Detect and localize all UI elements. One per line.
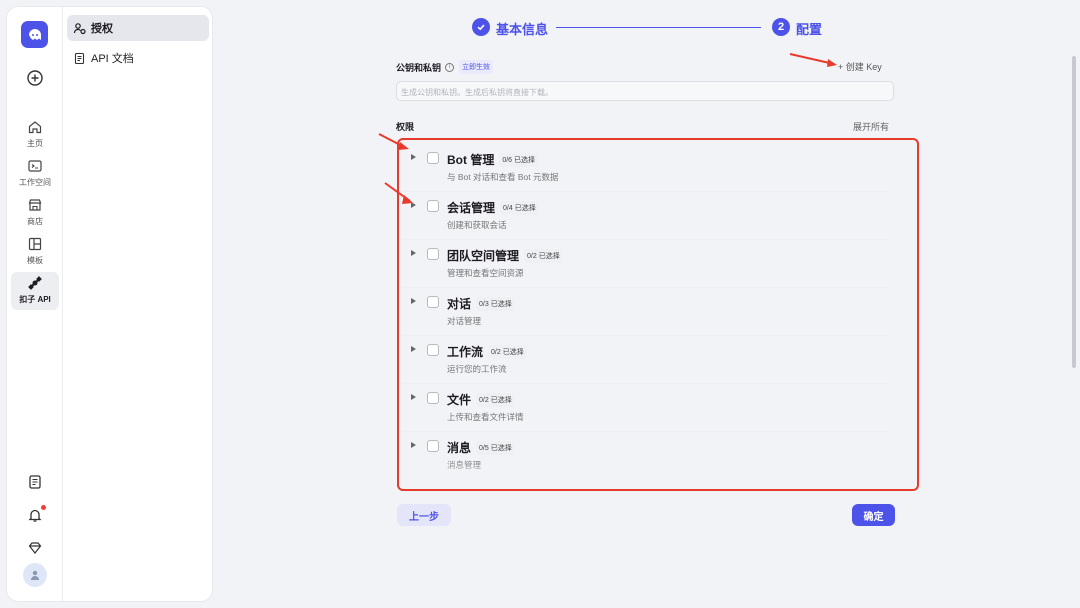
key-input[interactable]: 生成公钥和私钥。生成后私钥将直接下载。 xyxy=(396,81,894,101)
permissions-title: 权限 xyxy=(396,122,415,132)
avatar[interactable] xyxy=(23,563,47,587)
permission-desc: 管理和查看空间资源 xyxy=(447,268,524,278)
sidebar-item-label: 商店 xyxy=(27,217,43,226)
permission-item-workflow[interactable]: 工作流 0/2 已选择 运行您的工作流 xyxy=(402,336,888,384)
selected-count-badge: 0/2 已选择 xyxy=(524,248,563,263)
docs-icon[interactable] xyxy=(24,471,46,493)
expand-caret-icon[interactable] xyxy=(411,298,416,304)
avatar-icon xyxy=(31,570,39,580)
expand-caret-icon[interactable] xyxy=(411,250,416,256)
expand-caret-icon[interactable] xyxy=(411,394,416,400)
sidebar-item-label: 工作空间 xyxy=(19,178,51,187)
step-1-label: 基本信息 xyxy=(496,22,549,37)
previous-step-button[interactable]: 上一步 xyxy=(397,504,451,526)
home-icon xyxy=(28,121,42,134)
permission-name: 文件 xyxy=(447,393,472,407)
permission-name: 工作流 xyxy=(447,345,484,359)
expand-caret-icon[interactable] xyxy=(411,346,416,352)
permission-desc: 消息管理 xyxy=(447,460,482,470)
notification-dot xyxy=(41,505,46,510)
permission-desc: 上传和查看文件详情 xyxy=(447,412,524,422)
selected-count-badge: 0/3 已选择 xyxy=(476,296,515,311)
permission-checkbox[interactable] xyxy=(427,440,439,452)
permission-item-conversation-mgmt[interactable]: 会话管理 0/4 已选择 创建和获取会话 xyxy=(402,192,888,240)
stepper: 基本信息 2 配置 xyxy=(472,16,832,38)
permission-item-message[interactable]: 消息 0/5 已选择 消息管理 xyxy=(402,432,888,480)
info-icon[interactable]: i xyxy=(445,62,455,72)
permission-item-bot[interactable]: Bot 管理 0/6 已选择 与 Bot 对话和查看 Bot 元数据 xyxy=(402,144,888,192)
selected-count-badge: 0/2 已选择 xyxy=(488,344,527,359)
step-connector xyxy=(556,27,761,28)
permission-item-file[interactable]: 文件 0/2 已选择 上传和查看文件详情 xyxy=(402,384,888,432)
add-icon[interactable] xyxy=(24,67,46,89)
template-icon xyxy=(28,237,42,251)
subnav-item-auth[interactable]: 授权 xyxy=(67,15,209,41)
sidebar: 主页 工作空间 商店 模板 扣子 API 授权 API 文档 xyxy=(6,6,213,602)
create-key-button[interactable]: + 创建 Key xyxy=(838,60,882,73)
icon-rail: 主页 工作空间 商店 模板 扣子 API xyxy=(7,7,63,601)
app-logo[interactable] xyxy=(21,21,48,48)
permission-item-team-space[interactable]: 团队空间管理 0/2 已选择 管理和查看空间资源 xyxy=(402,240,888,288)
auth-icon xyxy=(73,22,86,34)
sidebar-item-store[interactable]: 商店 xyxy=(11,197,59,233)
api-icon xyxy=(28,276,42,290)
key-title-label: 公钥和私钥 xyxy=(396,62,442,73)
permission-checkbox[interactable] xyxy=(427,152,439,164)
permission-desc: 对话管理 xyxy=(447,316,482,326)
expand-caret-icon[interactable] xyxy=(411,154,416,160)
bell-icon[interactable] xyxy=(24,504,46,526)
permission-checkbox[interactable] xyxy=(427,248,439,260)
selected-count-badge: 0/2 已选择 xyxy=(476,392,515,407)
expand-all-button[interactable]: 展开所有 xyxy=(853,120,889,133)
permission-name: Bot 管理 xyxy=(447,153,495,167)
step-2-number: 2 xyxy=(772,18,790,36)
sidebar-item-template[interactable]: 模板 xyxy=(11,236,59,272)
sidebar-item-label: 模板 xyxy=(27,256,43,265)
selected-count-badge: 0/5 已选择 xyxy=(476,440,515,455)
step-2-label: 配置 xyxy=(796,22,823,37)
selected-count-badge: 0/6 已选择 xyxy=(499,152,539,167)
sub-navigation: 授权 API 文档 xyxy=(67,15,209,75)
confirm-button[interactable]: 确定 xyxy=(852,504,895,526)
subnav-item-label: 授权 xyxy=(91,23,113,35)
permission-desc: 运行您的工作流 xyxy=(447,364,507,374)
sidebar-item-label: 扣子 API xyxy=(19,295,51,304)
permission-checkbox[interactable] xyxy=(427,296,439,308)
subnav-item-label: API 文档 xyxy=(91,53,134,65)
permission-name: 团队空间管理 xyxy=(447,249,520,263)
diamond-icon[interactable] xyxy=(24,537,46,559)
permission-checkbox[interactable] xyxy=(427,200,439,212)
selected-count-badge: 0/4 已选择 xyxy=(500,200,539,215)
permission-list: Bot 管理 0/6 已选择 与 Bot 对话和查看 Bot 元数据 会话管理 0/… xyxy=(402,144,893,484)
sidebar-item-label: 主页 xyxy=(27,139,43,148)
expand-caret-icon[interactable] xyxy=(411,202,416,208)
sidebar-item-api[interactable]: 扣子 API xyxy=(11,272,59,310)
effective-tag: 立即生效 xyxy=(459,60,494,74)
permission-item-chat[interactable]: 对话 0/3 已选择 对话管理 xyxy=(402,288,888,336)
permission-desc: 与 Bot 对话和查看 Bot 元数据 xyxy=(447,172,559,182)
permission-checkbox[interactable] xyxy=(427,392,439,404)
terminal-icon xyxy=(28,160,42,172)
store-icon xyxy=(28,199,42,211)
subnav-item-api-docs[interactable]: API 文档 xyxy=(67,45,209,71)
permission-name: 会话管理 xyxy=(447,201,496,215)
annotation-arrow-icon xyxy=(789,53,837,67)
check-icon xyxy=(472,18,490,36)
sidebar-item-workspace[interactable]: 工作空间 xyxy=(11,158,59,194)
permission-name: 消息 xyxy=(447,441,472,455)
document-icon xyxy=(74,52,85,64)
permission-desc: 创建和获取会话 xyxy=(447,220,507,230)
key-section-title: 公钥和私钥 i 立即生效 xyxy=(396,60,494,74)
permission-name: 对话 xyxy=(447,297,472,311)
permission-checkbox[interactable] xyxy=(427,344,439,356)
sidebar-item-home[interactable]: 主页 xyxy=(11,119,59,155)
expand-caret-icon[interactable] xyxy=(411,442,416,448)
page-scrollbar[interactable] xyxy=(1072,56,1076,368)
